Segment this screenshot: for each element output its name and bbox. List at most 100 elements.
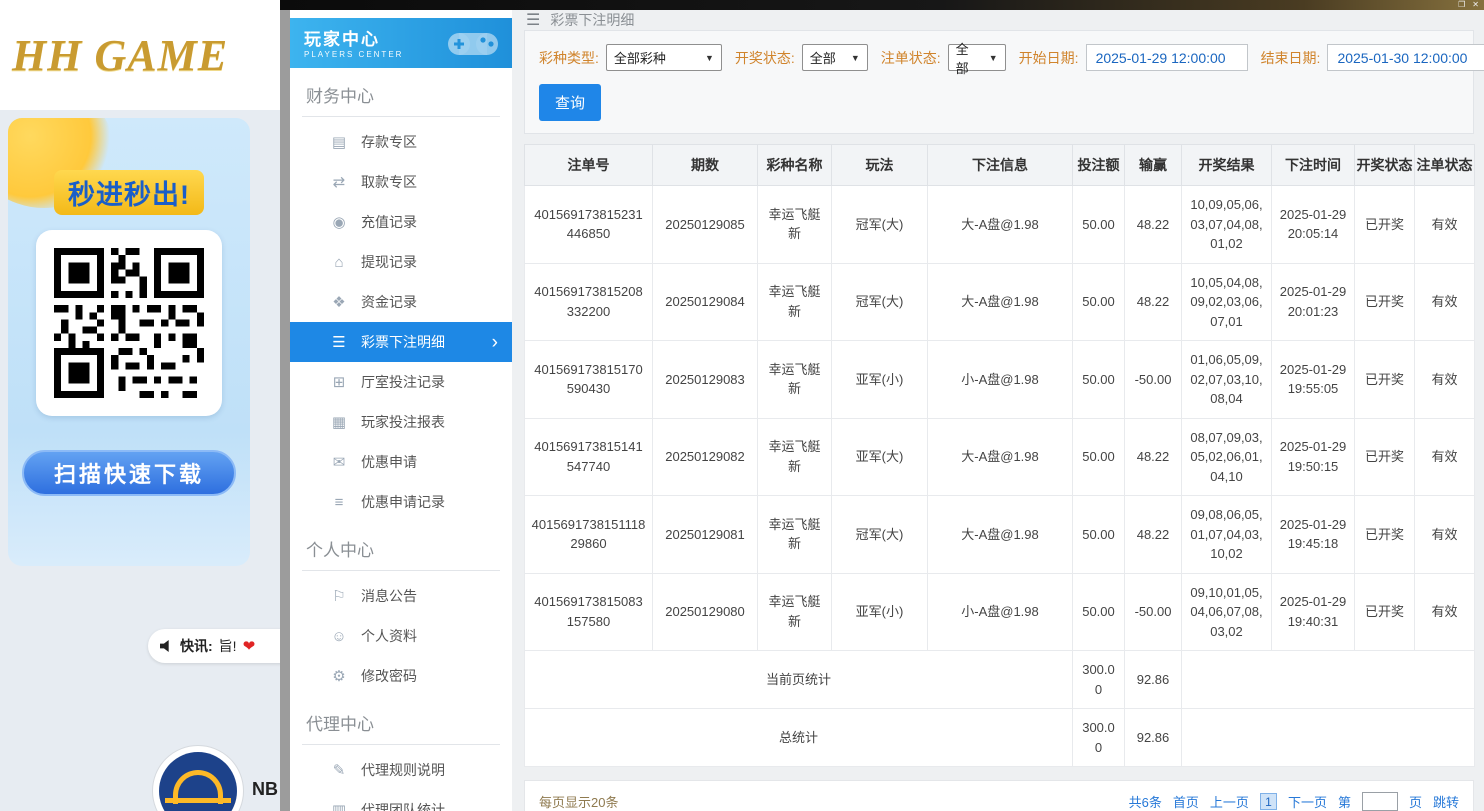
sidebar-item-agent-rules[interactable]: ✎代理规则说明 bbox=[290, 750, 512, 790]
sidebar-item-lottery-bet-details[interactable]: ☰ 彩票下注明细 › bbox=[290, 322, 512, 362]
cell-order-status: 有效 bbox=[1415, 186, 1475, 264]
current-page-button[interactable]: 1 bbox=[1260, 793, 1277, 810]
cell-bet-time: 2025-01-29 20:05:14 bbox=[1272, 186, 1355, 264]
cell-order-status: 有效 bbox=[1415, 263, 1475, 341]
sidebar-item-withdraw[interactable]: ⇄取款专区 bbox=[290, 162, 512, 202]
banknote-icon: ⇄ bbox=[330, 173, 348, 191]
cell-order-no: 401569173815111829860 bbox=[525, 496, 653, 574]
bets-table: 注单号期数彩种名称玩法下注信息投注额输赢开奖结果下注时间开奖状态注单状态 401… bbox=[524, 144, 1475, 767]
cell-bet-info: 大-A盘@1.98 bbox=[928, 418, 1073, 496]
speaker-icon bbox=[160, 640, 174, 653]
first-page-link[interactable]: 首页 bbox=[1173, 792, 1199, 811]
news-ticker: 快讯: 旨! ❤ bbox=[148, 629, 280, 663]
col-header-bet-time: 下注时间 bbox=[1272, 145, 1355, 186]
cell-win-loss: 48.22 bbox=[1125, 186, 1182, 264]
scan-download-button[interactable]: 扫描快速下载 bbox=[22, 450, 236, 496]
promo-banner: 秒进秒出! bbox=[8, 118, 250, 566]
document-icon: ✎ bbox=[330, 761, 348, 779]
list-icon: ☰ bbox=[330, 333, 348, 351]
sidebar-item-label: 彩票下注明细 bbox=[361, 332, 445, 352]
draw-status-select[interactable]: 全部 ▼ bbox=[802, 44, 868, 71]
table-row: 40156917381520833220020250129084幸运飞艇新冠军(… bbox=[525, 263, 1475, 341]
col-header-order-status: 注单状态 bbox=[1415, 145, 1475, 186]
summary-bet-total: 300.00 bbox=[1073, 651, 1125, 709]
summary-label: 当前页统计 bbox=[525, 651, 1073, 709]
chevron-right-icon: › bbox=[492, 333, 498, 352]
cell-bet-amount: 50.00 bbox=[1073, 341, 1125, 419]
cell-bet-info: 大-A盘@1.98 bbox=[928, 186, 1073, 264]
bet-status-value: 全部 bbox=[956, 39, 975, 77]
lottery-type-select[interactable]: 全部彩种 ▼ bbox=[606, 44, 722, 71]
cell-play-type: 亚军(大) bbox=[832, 418, 928, 496]
query-button[interactable]: 查询 bbox=[539, 84, 601, 121]
sidebar-item-change-password[interactable]: ⚙修改密码 bbox=[290, 656, 512, 696]
sidebar-item-label: 玩家投注报表 bbox=[361, 412, 445, 432]
cell-draw-status: 已开奖 bbox=[1355, 496, 1415, 574]
heart-icon: ❤ bbox=[243, 637, 256, 655]
cell-order-no: 401569173815208332200 bbox=[525, 263, 653, 341]
summary-win-total: 92.86 bbox=[1125, 709, 1182, 767]
sidebar-item-recharge-records[interactable]: ◉充值记录 bbox=[290, 202, 512, 242]
restore-icon[interactable]: ❐ bbox=[1458, 0, 1465, 10]
bet-status-label: 注单状态: bbox=[881, 48, 941, 68]
sidebar-item-profile[interactable]: ☺个人资料 bbox=[290, 616, 512, 656]
jump-page-input[interactable] bbox=[1362, 792, 1398, 811]
cell-order-no: 401569173815083157580 bbox=[525, 573, 653, 651]
cell-draw-result: 10,09,05,06,03,07,04,08,01,02 bbox=[1182, 186, 1272, 264]
cell-bet-amount: 50.00 bbox=[1073, 263, 1125, 341]
sidebar-item-hall-bet-records[interactable]: ⊞ 厅室投注记录 bbox=[290, 362, 512, 402]
list-check-icon: ⊞ bbox=[330, 373, 348, 391]
cell-order-status: 有效 bbox=[1415, 496, 1475, 574]
sidebar-item-messages[interactable]: ⚐消息公告 bbox=[290, 576, 512, 616]
draw-status-label: 开奖状态: bbox=[735, 48, 795, 68]
cell-play-type: 冠军(大) bbox=[832, 496, 928, 574]
cell-lottery-name: 幸运飞艇新 bbox=[758, 418, 832, 496]
cell-bet-time: 2025-01-29 19:45:18 bbox=[1272, 496, 1355, 574]
cell-draw-status: 已开奖 bbox=[1355, 186, 1415, 264]
draw-status-value: 全部 bbox=[810, 48, 836, 67]
end-date-input[interactable] bbox=[1327, 44, 1484, 71]
sidebar-item-label: 厅室投注记录 bbox=[361, 372, 445, 392]
cell-issue: 20250129083 bbox=[653, 341, 758, 419]
sidebar-item-player-bet-report[interactable]: ▦玩家投注报表 bbox=[290, 402, 512, 442]
total-count-text: 共6条 bbox=[1129, 792, 1162, 811]
cell-bet-info: 大-A盘@1.98 bbox=[928, 496, 1073, 574]
col-header-draw-result: 开奖结果 bbox=[1182, 145, 1272, 186]
team-logo-icon bbox=[152, 745, 244, 811]
sidebar-item-withdraw-records[interactable]: ⌂提现记录 bbox=[290, 242, 512, 282]
summary-row: 总统计300.0092.86 bbox=[525, 709, 1475, 767]
hamburger-icon[interactable]: ☰ bbox=[526, 10, 540, 30]
start-date-input[interactable] bbox=[1086, 44, 1248, 71]
ticker-label: 快讯: bbox=[180, 636, 213, 656]
sidebar-item-agent-team-stats[interactable]: ▥代理团队统计 bbox=[290, 790, 512, 811]
cell-order-status: 有效 bbox=[1415, 418, 1475, 496]
section-title: 代理中心 bbox=[302, 696, 500, 745]
col-header-play-type: 玩法 bbox=[832, 145, 928, 186]
sidebar-item-promo-apply[interactable]: ✉优惠申请 bbox=[290, 442, 512, 482]
jump-suffix-label: 页 bbox=[1409, 792, 1422, 811]
sidebar-item-label: 修改密码 bbox=[361, 666, 417, 686]
coin-icon: ◉ bbox=[330, 213, 348, 231]
col-header-win-loss: 输赢 bbox=[1125, 145, 1182, 186]
cell-bet-amount: 50.00 bbox=[1073, 186, 1125, 264]
bet-status-select[interactable]: 全部 ▼ bbox=[948, 44, 1006, 71]
sidebar-item-funds-records[interactable]: ❖资金记录 bbox=[290, 282, 512, 322]
col-header-order-no: 注单号 bbox=[525, 145, 653, 186]
chevron-down-icon: ▼ bbox=[989, 53, 998, 63]
ticker-text: 旨! bbox=[219, 636, 237, 656]
cell-bet-time: 2025-01-29 19:50:15 bbox=[1272, 418, 1355, 496]
cell-play-type: 冠军(大) bbox=[832, 263, 928, 341]
sidebar-item-deposit[interactable]: ▤存款专区 bbox=[290, 122, 512, 162]
next-page-link[interactable]: 下一页 bbox=[1288, 792, 1327, 811]
pagination-bar: 每页显示20条 共6条 首页 上一页 1 下一页 第 页 跳转 bbox=[524, 780, 1474, 811]
cell-play-type: 冠军(大) bbox=[832, 186, 928, 264]
close-icon[interactable]: ✕ bbox=[1472, 0, 1479, 10]
prev-page-link[interactable]: 上一页 bbox=[1210, 792, 1249, 811]
players-center-window: ❐ ✕ 玩家中心 PLAYERS CENTER 财务中心▤存款专区⇄取款专区◉充… bbox=[280, 0, 1484, 811]
jump-button[interactable]: 跳转 bbox=[1433, 792, 1459, 811]
cell-draw-result: 09,08,06,05,01,07,04,03,10,02 bbox=[1182, 496, 1272, 574]
cell-bet-amount: 50.00 bbox=[1073, 496, 1125, 574]
sidebar-item-label: 消息公告 bbox=[361, 586, 417, 606]
sidebar-item-promo-apply-records[interactable]: ≡优惠申请记录 bbox=[290, 482, 512, 522]
table-header-row: 注单号期数彩种名称玩法下注信息投注额输赢开奖结果下注时间开奖状态注单状态 bbox=[525, 145, 1475, 186]
